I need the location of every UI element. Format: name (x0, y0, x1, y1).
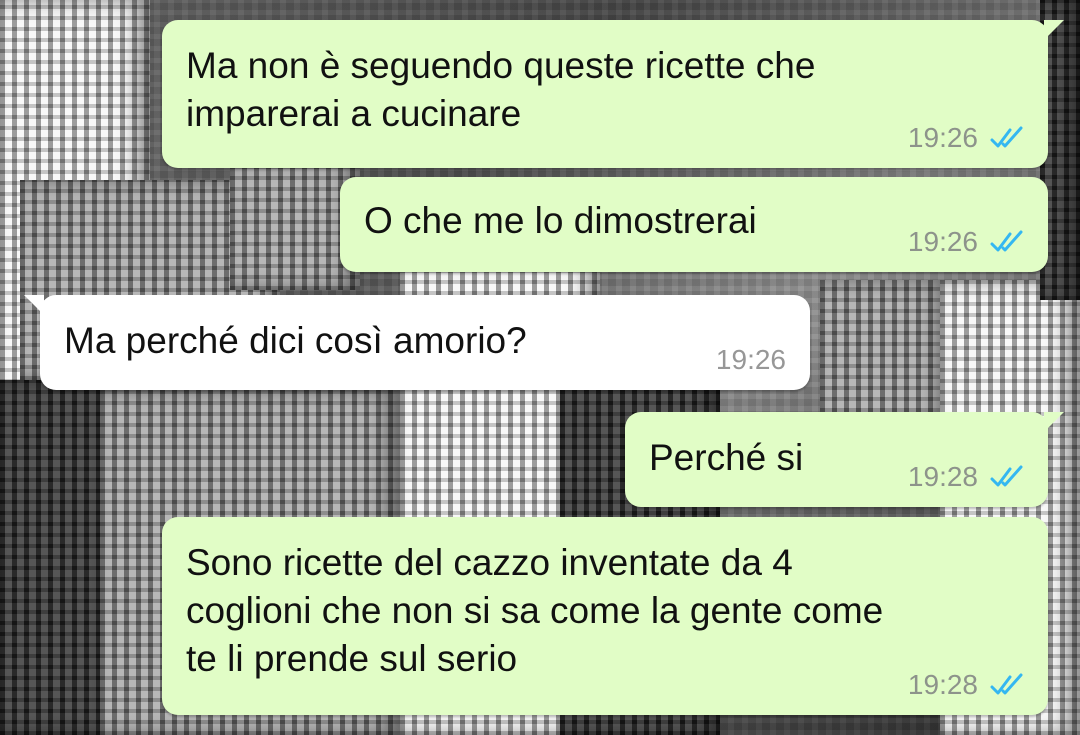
message-meta: 19:26 (908, 226, 1028, 258)
double-check-read-icon (990, 126, 1023, 148)
message-timestamp: 19:28 (907, 461, 978, 492)
message-timestamp: 19:26 (715, 344, 786, 375)
message-meta: 19:26 (908, 122, 1028, 154)
message-timestamp: 19:26 (907, 122, 978, 153)
message-bubble-outgoing[interactable]: O che me lo dimostrerai 19:26 (340, 177, 1048, 272)
double-check-read-icon (990, 230, 1023, 252)
message-bubble-outgoing[interactable]: Sono ricette del cazzo inventate da 4 co… (162, 517, 1048, 715)
message-bubble-outgoing[interactable]: Perché si 19:28 (625, 412, 1064, 507)
double-check-read-icon (990, 673, 1023, 695)
message-meta: 19:28 (908, 669, 1028, 701)
message-text: O che me lo dimostrerai (364, 200, 757, 241)
message-bubble-incoming[interactable]: Ma perché dici così amorio? 19:26 (24, 295, 810, 390)
double-check-read-icon (990, 465, 1023, 487)
message-timestamp: 19:26 (907, 226, 978, 257)
message-text: Perché si (649, 437, 804, 478)
message-text: Ma perché dici così amorio? (64, 320, 527, 361)
message-meta: 19:28 (908, 461, 1028, 493)
message-timestamp: 19:28 (907, 669, 978, 700)
message-text: Ma non è seguendo queste ricette che imp… (186, 45, 816, 134)
message-bubble-outgoing[interactable]: Ma non è seguendo queste ricette che imp… (162, 20, 1064, 168)
message-meta: 19:26 (716, 344, 786, 376)
message-text: Sono ricette del cazzo inventate da 4 co… (186, 542, 884, 679)
